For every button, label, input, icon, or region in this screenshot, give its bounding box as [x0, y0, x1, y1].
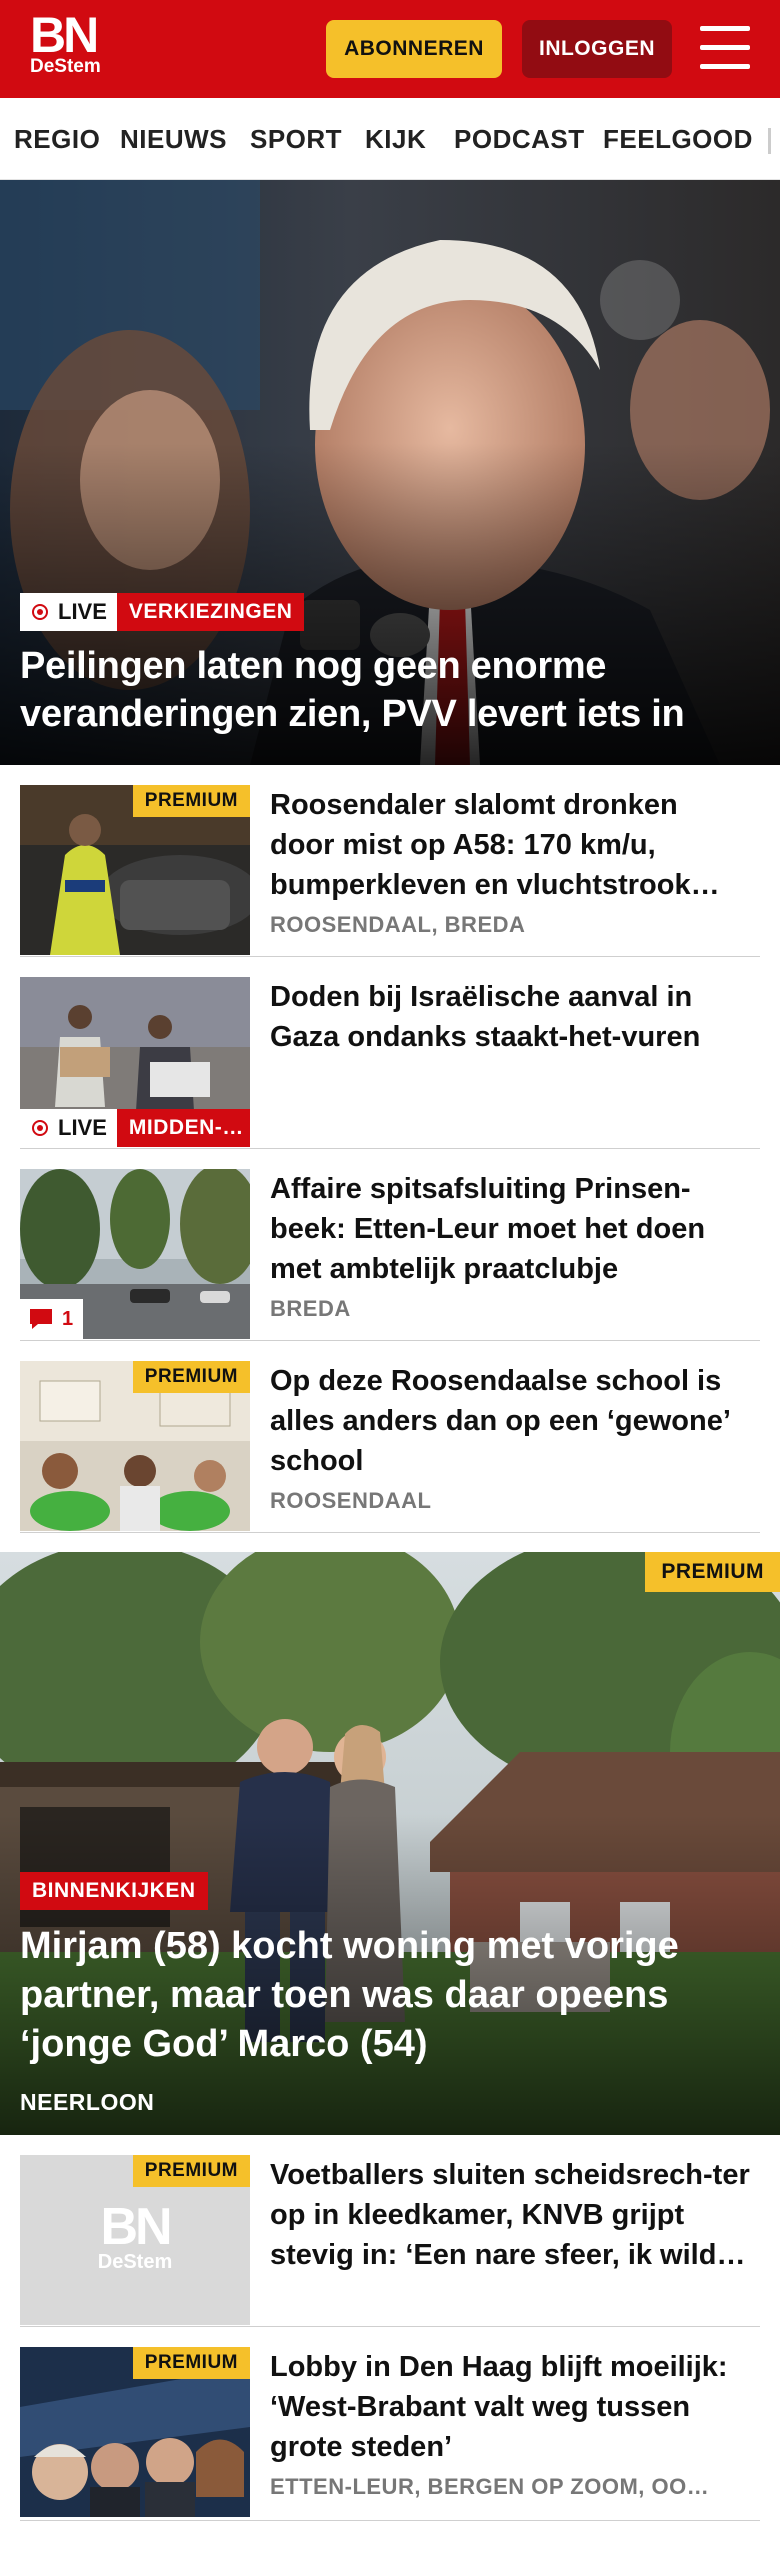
nav-item-nieuws[interactable]: NIEUWS	[120, 124, 227, 155]
nav-item-feelgood[interactable]: FEELGOOD	[603, 124, 753, 155]
placeholder-logo: BN DeStem	[20, 2198, 250, 2274]
login-button[interactable]: INLOGGEN	[522, 20, 672, 78]
article-thumbnail: PREMIUM	[20, 785, 250, 955]
feature-article[interactable]: PREMIUM BINNENKIJKEN Mirjam (58) kocht w…	[0, 1552, 780, 2135]
article-title[interactable]: Op deze Roosendaalse school is alles and…	[270, 1361, 750, 1481]
article-item[interactable]: BN DeStem PREMIUM Voetballers sluiten sc…	[20, 2155, 760, 2327]
hero-title[interactable]: Peilingen laten nog geen enorme verander…	[20, 642, 765, 738]
premium-badge: PREMIUM	[132, 2347, 250, 2379]
nav-item-podcast[interactable]: PODCAST	[454, 124, 585, 155]
article-thumbnail: PREMIUM	[20, 2347, 250, 2517]
article-item[interactable]: 1 Affaire spitsafsluiting Prinsen-beek: …	[20, 1169, 760, 1341]
feature-tags: BINNENKIJKEN	[20, 1872, 208, 1910]
article-location: ETTEN-LEUR, BERGEN OP ZOOM, OO…	[270, 2474, 710, 2499]
nav-item-regio[interactable]: REGIO	[14, 124, 100, 155]
category-tag[interactable]: MIDDEN-…	[116, 1109, 250, 1147]
placeholder-logo-sub: DeStem	[97, 2251, 173, 2273]
premium-badge: PREMIUM	[645, 1552, 780, 1592]
article-title[interactable]: Doden bij Israëlische aanval in Gaza ond…	[270, 977, 750, 1057]
category-tag[interactable]: VERKIEZINGEN	[116, 593, 305, 631]
live-dot-icon	[32, 1120, 48, 1136]
nav-item-sport[interactable]: SPORT	[250, 124, 342, 155]
placeholder-logo-main: BN	[100, 2198, 172, 2256]
feature-location: NEERLOON	[20, 2089, 155, 2115]
nav-item-kijk[interactable]: KIJK	[365, 124, 426, 155]
live-dot-icon	[32, 604, 48, 620]
article-item[interactable]: PREMIUM Lobby in Den Haag blijft moeilij…	[20, 2347, 760, 2521]
comment-count-badge[interactable]: 1	[20, 1299, 84, 1339]
menu-icon[interactable]	[700, 26, 752, 70]
top-bar: BN DeStem ABONNEREN INLOGGEN	[0, 0, 780, 98]
article-thumbnail: PREMIUM	[20, 1361, 250, 1531]
site-logo[interactable]: BN DeStem	[30, 7, 120, 78]
premium-badge: PREMIUM	[132, 2155, 250, 2187]
subscribe-button[interactable]: ABONNEREN	[326, 20, 502, 78]
article-location: ROOSENDAAL, BREDA	[270, 912, 526, 937]
category-tag[interactable]: BINNENKIJKEN	[20, 1872, 208, 1910]
live-label: LIVE	[58, 599, 107, 624]
hero-article[interactable]: LIVE VERKIEZINGEN Peilingen laten nog ge…	[0, 180, 780, 765]
live-badge: LIVE	[20, 593, 117, 631]
logo-main: BN	[30, 7, 99, 63]
section-nav: REGIO NIEUWS SPORT KIJK PODCAST FEELGOOD	[0, 98, 780, 180]
article-thumbnail-placeholder: BN DeStem PREMIUM	[20, 2155, 250, 2325]
feature-title[interactable]: Mirjam (58) kocht woning met vorige part…	[20, 1922, 760, 2069]
article-location: BREDA	[270, 1296, 351, 1321]
article-item[interactable]: PREMIUM Op deze Roosendaalse school is a…	[20, 1361, 760, 1533]
nav-overflow-indicator	[768, 128, 771, 154]
comment-count: 1	[62, 1307, 74, 1330]
live-label: LIVE	[58, 1115, 107, 1140]
article-title[interactable]: Affaire spitsafsluiting Prinsen-beek: Et…	[270, 1169, 750, 1289]
article-item[interactable]: LIVE MIDDEN-… Doden bij Israëlische aanv…	[20, 977, 760, 1149]
article-title[interactable]: Roosendaler slalomt dronken door mist op…	[270, 785, 750, 905]
article-tags: LIVE MIDDEN-…	[20, 1109, 250, 1147]
premium-badge: PREMIUM	[132, 1361, 250, 1393]
article-title[interactable]: Lobby in Den Haag blijft moeilijk: ‘West…	[270, 2347, 750, 2467]
live-badge: LIVE	[20, 1109, 117, 1147]
logo-sub: DeStem	[30, 56, 101, 77]
premium-badge: PREMIUM	[132, 785, 250, 817]
hero-tags: LIVE VERKIEZINGEN	[20, 593, 305, 631]
article-title[interactable]: Voetballers sluiten scheidsrech-ter op i…	[270, 2155, 750, 2275]
article-item[interactable]: PREMIUM Roosendaler slalomt dronken door…	[20, 785, 760, 957]
article-location: ROOSENDAAL	[270, 1488, 432, 1513]
article-thumbnail: 1	[20, 1169, 250, 1339]
article-thumbnail: LIVE MIDDEN-…	[20, 977, 250, 1147]
comment-icon	[30, 1309, 52, 1329]
